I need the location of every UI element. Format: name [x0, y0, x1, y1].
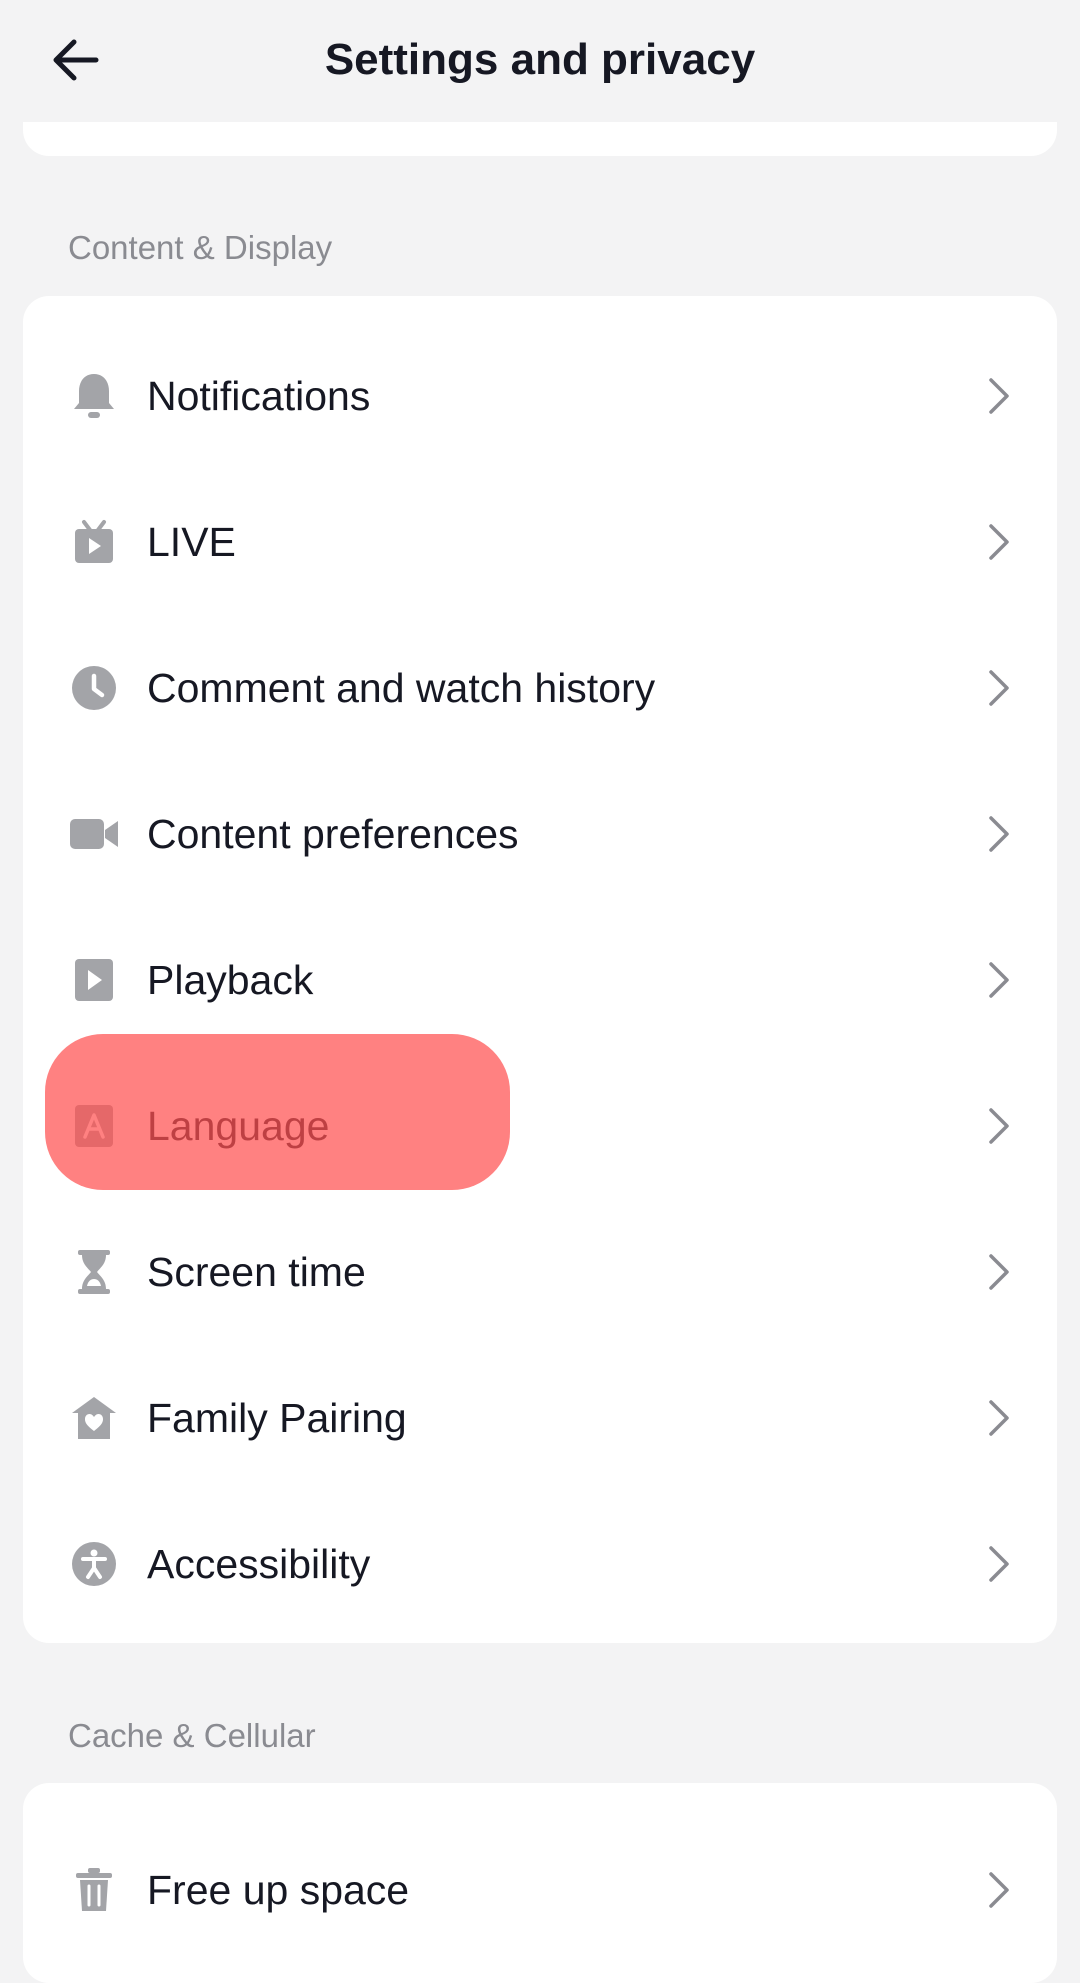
- settings-item-playback[interactable]: Playback: [23, 907, 1057, 1053]
- header: Settings and privacy: [0, 0, 1080, 120]
- settings-item-comment-watch-history[interactable]: Comment and watch history: [23, 615, 1057, 761]
- settings-item-label: Language: [147, 1103, 330, 1149]
- accessibility-icon: [69, 1539, 119, 1589]
- content-display-card: Notifications LIVE Comment and watch his…: [23, 296, 1057, 1643]
- home-heart-icon: [69, 1393, 119, 1443]
- hourglass-icon: [69, 1247, 119, 1297]
- play-icon: [69, 955, 119, 1005]
- chevron-right-icon: [979, 668, 1019, 708]
- settings-item-label: LIVE: [147, 519, 236, 565]
- page-title: Settings and privacy: [324, 35, 756, 84]
- settings-item-label: Content preferences: [147, 811, 519, 857]
- settings-item-label: Playback: [147, 957, 314, 1003]
- settings-item-label: Comment and watch history: [147, 665, 656, 711]
- section-label-cache-cellular: Cache & Cellular: [68, 1717, 316, 1754]
- settings-item-family-pairing[interactable]: Family Pairing: [23, 1345, 1057, 1491]
- chevron-right-icon: [979, 1252, 1019, 1292]
- settings-item-live[interactable]: LIVE: [23, 469, 1057, 615]
- settings-item-label: Notifications: [147, 373, 371, 419]
- settings-item-screen-time[interactable]: Screen time: [23, 1199, 1057, 1345]
- chevron-right-icon: [979, 960, 1019, 1000]
- settings-item-notifications[interactable]: Notifications: [23, 323, 1057, 469]
- settings-item-accessibility[interactable]: Accessibility: [23, 1491, 1057, 1637]
- chevron-right-icon: [979, 1398, 1019, 1438]
- clock-icon: [69, 663, 119, 713]
- chevron-right-icon: [979, 522, 1019, 562]
- chevron-right-icon: [979, 1106, 1019, 1146]
- language-icon: [69, 1101, 119, 1151]
- previous-section-card: [23, 122, 1057, 156]
- settings-item-label: Family Pairing: [147, 1395, 407, 1441]
- settings-item-label: Free up space: [147, 1867, 410, 1913]
- settings-item-label: Accessibility: [147, 1541, 371, 1587]
- trash-icon: [69, 1865, 119, 1915]
- tv-icon: [69, 517, 119, 567]
- chevron-right-icon: [979, 814, 1019, 854]
- settings-item-content-preferences[interactable]: Content preferences: [23, 761, 1057, 907]
- settings-item-free-up-space[interactable]: Free up space: [23, 1817, 1057, 1963]
- video-camera-icon: [69, 809, 119, 859]
- section-label-content-display: Content & Display: [68, 229, 333, 266]
- chevron-right-icon: [979, 376, 1019, 416]
- settings-item-label: Screen time: [147, 1249, 366, 1295]
- bell-icon: [69, 371, 119, 421]
- settings-item-language[interactable]: Language: [23, 1053, 1057, 1199]
- chevron-right-icon: [979, 1870, 1019, 1910]
- chevron-right-icon: [979, 1544, 1019, 1584]
- cache-cellular-card: Free up space: [23, 1783, 1057, 1983]
